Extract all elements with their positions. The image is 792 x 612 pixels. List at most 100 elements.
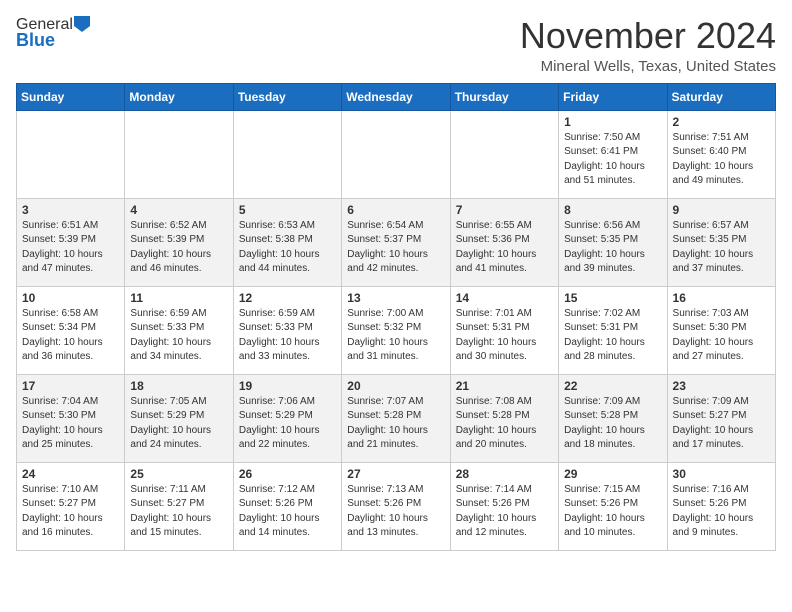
day-number: 26 xyxy=(239,467,336,481)
weekday-header-cell: Wednesday xyxy=(342,83,450,110)
day-number: 5 xyxy=(239,203,336,217)
calendar-week-row: 17 Sunrise: 7:04 AMSunset: 5:30 PMDayligh… xyxy=(17,374,776,462)
calendar-day-cell: 26Sunrise: 7:12 AMSunset: 5:26 PMDayligh… xyxy=(233,462,341,550)
day-info: Sunrise: 7:04 AMSunset: 5:30 PMDaylight:… xyxy=(22,395,119,453)
calendar-day-cell: 19 Sunrise: 7:06 AMSunset: 5:29 PMDayligh… xyxy=(233,374,341,462)
day-number: 14 xyxy=(456,291,553,305)
day-number: 9 xyxy=(673,203,770,217)
day-info: Sunrise: 6:53 AMSunset: 5:38 PMDaylight:… xyxy=(239,219,336,277)
day-info: Sunrise: 7:01 AMSunset: 5:31 PMDaylight:… xyxy=(456,307,553,365)
day-info: Sunrise: 6:56 AMSunset: 5:35 PMDaylight:… xyxy=(564,219,661,277)
calendar-day-cell: 22 Sunrise: 7:09 AMSunset: 5:28 PMDayligh… xyxy=(559,374,667,462)
calendar-day-cell: 29 Sunrise: 7:15 AMSunset: 5:26 PMDayligh… xyxy=(559,462,667,550)
day-number: 1 xyxy=(564,115,661,129)
calendar-day-cell: 12 Sunrise: 6:59 AMSunset: 5:33 PMDayligh… xyxy=(233,286,341,374)
calendar-day-cell xyxy=(233,110,341,198)
calendar-day-cell: 9 Sunrise: 6:57 AMSunset: 5:35 PMDaylight… xyxy=(667,198,775,286)
calendar-week-row: 10 Sunrise: 6:58 AMSunset: 5:34 PMDayligh… xyxy=(17,286,776,374)
page-header: General Blue November 2024 Mineral Wells… xyxy=(16,16,776,75)
day-info: Sunrise: 7:11 AMSunset: 5:27 PMDaylight:… xyxy=(130,483,227,541)
day-number: 24 xyxy=(22,467,119,481)
weekday-header-row: SundayMondayTuesdayWednesdayThursdayFrid… xyxy=(17,83,776,110)
weekday-header-cell: Thursday xyxy=(450,83,558,110)
day-number: 27 xyxy=(347,467,444,481)
day-info: Sunrise: 7:00 AMSunset: 5:32 PMDaylight:… xyxy=(347,307,444,365)
weekday-header-cell: Sunday xyxy=(17,83,125,110)
logo-blue-text: Blue xyxy=(16,30,55,51)
day-info: Sunrise: 6:54 AMSunset: 5:37 PMDaylight:… xyxy=(347,219,444,277)
weekday-header-cell: Saturday xyxy=(667,83,775,110)
day-info: Sunrise: 6:58 AMSunset: 5:34 PMDaylight:… xyxy=(22,307,119,365)
day-number: 20 xyxy=(347,379,444,393)
calendar-day-cell: 24 Sunrise: 7:10 AMSunset: 5:27 PMDayligh… xyxy=(17,462,125,550)
day-info: Sunrise: 7:08 AMSunset: 5:28 PMDaylight:… xyxy=(456,395,553,453)
calendar-week-row: 24 Sunrise: 7:10 AMSunset: 5:27 PMDayligh… xyxy=(17,462,776,550)
calendar-week-row: 3 Sunrise: 6:51 AMSunset: 5:39 PMDaylight… xyxy=(17,198,776,286)
calendar-day-cell: 18Sunrise: 7:05 AMSunset: 5:29 PMDayligh… xyxy=(125,374,233,462)
day-number: 23 xyxy=(673,379,770,393)
day-info: Sunrise: 7:15 AMSunset: 5:26 PMDaylight:… xyxy=(564,483,661,541)
calendar-day-cell: 2Sunrise: 7:51 AMSunset: 6:40 PMDaylight… xyxy=(667,110,775,198)
day-info: Sunrise: 6:59 AMSunset: 5:33 PMDaylight:… xyxy=(130,307,227,365)
day-number: 12 xyxy=(239,291,336,305)
calendar-day-cell: 13 Sunrise: 7:00 AMSunset: 5:32 PMDayligh… xyxy=(342,286,450,374)
day-number: 17 xyxy=(22,379,119,393)
day-number: 3 xyxy=(22,203,119,217)
day-number: 15 xyxy=(564,291,661,305)
calendar-day-cell xyxy=(450,110,558,198)
day-info: Sunrise: 7:06 AMSunset: 5:29 PMDaylight:… xyxy=(239,395,336,453)
calendar-day-cell: 6 Sunrise: 6:54 AMSunset: 5:37 PMDaylight… xyxy=(342,198,450,286)
logo: General Blue xyxy=(16,16,90,51)
day-info: Sunrise: 7:51 AMSunset: 6:40 PMDaylight:… xyxy=(673,131,770,189)
calendar-day-cell: 5 Sunrise: 6:53 AMSunset: 5:38 PMDaylight… xyxy=(233,198,341,286)
logo-icon xyxy=(74,16,90,32)
calendar-day-cell: 3 Sunrise: 6:51 AMSunset: 5:39 PMDaylight… xyxy=(17,198,125,286)
calendar-table: SundayMondayTuesdayWednesdayThursdayFrid… xyxy=(16,83,776,551)
calendar-day-cell: 10 Sunrise: 6:58 AMSunset: 5:34 PMDayligh… xyxy=(17,286,125,374)
day-number: 7 xyxy=(456,203,553,217)
day-info: Sunrise: 6:57 AMSunset: 5:35 PMDaylight:… xyxy=(673,219,770,277)
day-number: 29 xyxy=(564,467,661,481)
calendar-day-cell: 11Sunrise: 6:59 AMSunset: 5:33 PMDayligh… xyxy=(125,286,233,374)
day-number: 4 xyxy=(130,203,227,217)
day-info: Sunrise: 7:05 AMSunset: 5:29 PMDaylight:… xyxy=(130,395,227,453)
calendar-day-cell xyxy=(17,110,125,198)
day-number: 28 xyxy=(456,467,553,481)
title-area: November 2024 Mineral Wells, Texas, Unit… xyxy=(520,16,776,75)
day-info: Sunrise: 7:14 AMSunset: 5:26 PMDaylight:… xyxy=(456,483,553,541)
day-info: Sunrise: 7:13 AMSunset: 5:26 PMDaylight:… xyxy=(347,483,444,541)
day-number: 22 xyxy=(564,379,661,393)
calendar-day-cell: 21 Sunrise: 7:08 AMSunset: 5:28 PMDayligh… xyxy=(450,374,558,462)
day-info: Sunrise: 7:02 AMSunset: 5:31 PMDaylight:… xyxy=(564,307,661,365)
calendar-day-cell: 16 Sunrise: 7:03 AMSunset: 5:30 PMDayligh… xyxy=(667,286,775,374)
day-number: 8 xyxy=(564,203,661,217)
day-number: 19 xyxy=(239,379,336,393)
day-number: 13 xyxy=(347,291,444,305)
day-number: 16 xyxy=(673,291,770,305)
day-info: Sunrise: 7:07 AMSunset: 5:28 PMDaylight:… xyxy=(347,395,444,453)
day-info: Sunrise: 6:55 AMSunset: 5:36 PMDaylight:… xyxy=(456,219,553,277)
day-number: 6 xyxy=(347,203,444,217)
day-info: Sunrise: 7:50 AMSunset: 6:41 PMDaylight:… xyxy=(564,131,661,189)
day-number: 30 xyxy=(673,467,770,481)
calendar-day-cell: 7 Sunrise: 6:55 AMSunset: 5:36 PMDaylight… xyxy=(450,198,558,286)
day-info: Sunrise: 7:03 AMSunset: 5:30 PMDaylight:… xyxy=(673,307,770,365)
day-number: 21 xyxy=(456,379,553,393)
calendar-week-row: 1 Sunrise: 7:50 AMSunset: 6:41 PMDaylight… xyxy=(17,110,776,198)
day-number: 10 xyxy=(22,291,119,305)
weekday-header-cell: Monday xyxy=(125,83,233,110)
day-info: Sunrise: 7:09 AMSunset: 5:28 PMDaylight:… xyxy=(564,395,661,453)
calendar-day-cell: 20 Sunrise: 7:07 AMSunset: 5:28 PMDayligh… xyxy=(342,374,450,462)
calendar-day-cell: 27 Sunrise: 7:13 AMSunset: 5:26 PMDayligh… xyxy=(342,462,450,550)
day-info: Sunrise: 6:52 AMSunset: 5:39 PMDaylight:… xyxy=(130,219,227,277)
day-info: Sunrise: 6:51 AMSunset: 5:39 PMDaylight:… xyxy=(22,219,119,277)
calendar-day-cell: 25 Sunrise: 7:11 AMSunset: 5:27 PMDayligh… xyxy=(125,462,233,550)
day-info: Sunrise: 6:59 AMSunset: 5:33 PMDaylight:… xyxy=(239,307,336,365)
weekday-header-cell: Tuesday xyxy=(233,83,341,110)
day-info: Sunrise: 7:10 AMSunset: 5:27 PMDaylight:… xyxy=(22,483,119,541)
calendar-day-cell xyxy=(125,110,233,198)
calendar-day-cell: 28 Sunrise: 7:14 AMSunset: 5:26 PMDayligh… xyxy=(450,462,558,550)
day-number: 25 xyxy=(130,467,227,481)
calendar-day-cell: 8 Sunrise: 6:56 AMSunset: 5:35 PMDaylight… xyxy=(559,198,667,286)
calendar-body: 1 Sunrise: 7:50 AMSunset: 6:41 PMDaylight… xyxy=(17,110,776,550)
